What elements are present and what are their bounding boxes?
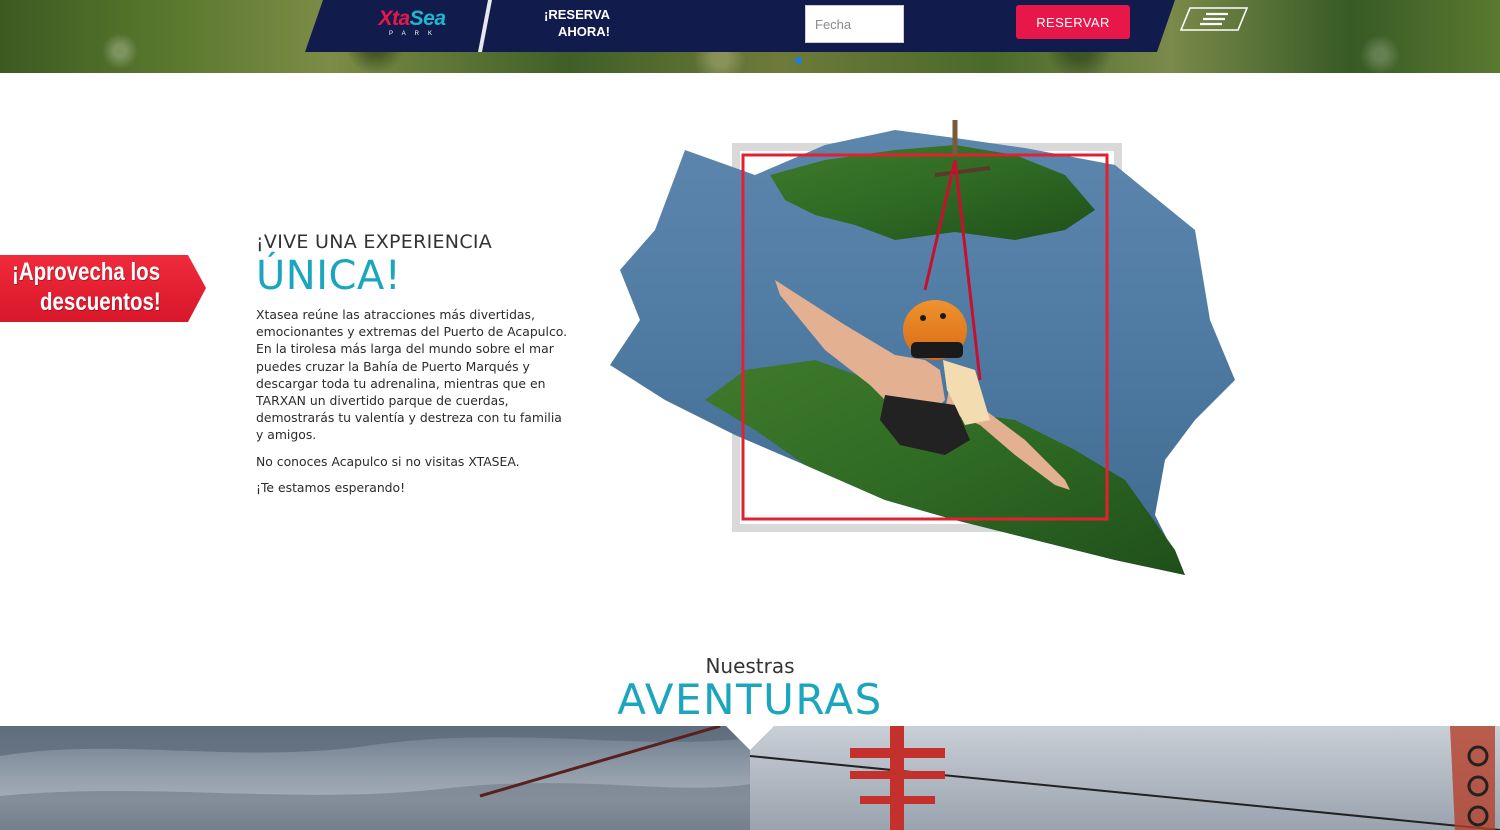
intro-paragraph: No conoces Acapulco si no visitas XTASEA… <box>256 453 520 469</box>
intro-body: Xtasea reúne las atracciones más diverti… <box>256 306 571 496</box>
intro-title: ÚNICA! <box>256 253 402 299</box>
reserve-now-line2: AHORA! <box>558 24 610 39</box>
adventure-card-ropes-park[interactable] <box>750 726 1500 830</box>
intro-paragraph: Xtasea reúne las atracciones más diverti… <box>256 307 568 443</box>
reserve-now-line1: ¡RESERVA <box>544 7 610 22</box>
reserve-button[interactable]: RESERVAR <box>1016 5 1130 39</box>
adventure-card-zipline[interactable] <box>0 726 750 830</box>
site-logo[interactable]: XtaSea PARK <box>367 8 457 38</box>
adventures-title: AVENTURAS <box>617 675 883 724</box>
intro-paragraph: ¡Te estamos esperando! <box>256 479 406 495</box>
promo-banner-line1: ¡Aprovecha los <box>12 258 161 286</box>
promo-banner[interactable]: ¡Aprovecha los descuentos! <box>0 255 206 322</box>
zipline-feature-image <box>595 120 1245 590</box>
logo-subtitle: PARK <box>389 31 441 37</box>
intro-section: ¡VIVE UNA EXPERIENCIA ÚNICA! Xtasea reún… <box>256 230 571 505</box>
reserve-now-label: ¡RESERVA AHORA! <box>520 6 610 40</box>
slider-dot-active[interactable] <box>795 57 802 64</box>
date-input[interactable] <box>805 5 904 43</box>
logo-wordmark: XtaSea <box>367 8 457 30</box>
promo-banner-line2: descuentos! <box>40 288 161 316</box>
intro-kicker: ¡VIVE UNA EXPERIENCIA <box>256 231 493 253</box>
logo-wordmark-secondary: Sea <box>409 7 446 30</box>
logo-wordmark-primary: Xta <box>378 7 410 30</box>
hamburger-menu-icon[interactable] <box>1179 7 1249 31</box>
